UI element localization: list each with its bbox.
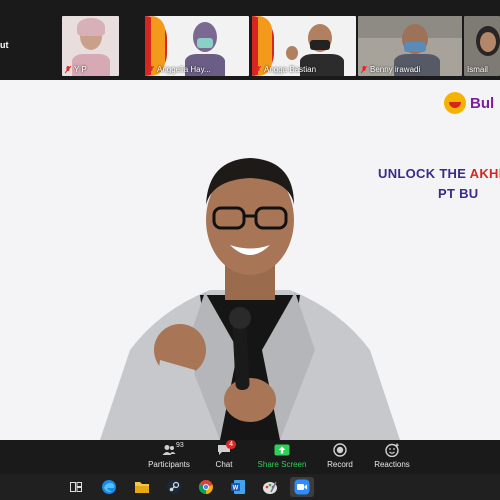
chrome-icon[interactable]: [196, 477, 216, 497]
logo-text: Bul: [470, 94, 495, 112]
share-screen-icon: [274, 444, 290, 456]
share-screen-button[interactable]: Share Screen: [255, 442, 309, 469]
zoom-app-icon[interactable]: [290, 477, 314, 497]
participants-button[interactable]: 93 Participants: [148, 442, 190, 469]
word-icon[interactable]: W: [228, 477, 248, 497]
muted-mic-icon: [361, 65, 367, 74]
meeting-toolbar: 93 Participants 4 Chat Share Screen Reco…: [0, 440, 500, 474]
participant-count: 93: [176, 442, 184, 449]
company-logo: Bul: [444, 92, 494, 114]
chat-label: Chat: [215, 460, 233, 469]
muted-mic-icon: [65, 65, 71, 74]
participants-icon: [162, 445, 176, 455]
participant-tile[interactable]: Benny irawadi: [358, 16, 462, 76]
participants-label: Participants: [148, 460, 190, 469]
participant-tile[interactable]: Y P: [62, 16, 119, 76]
participant-tile[interactable]: Angga Bastian: [252, 16, 356, 76]
muted-mic-icon: [255, 65, 261, 74]
record-button[interactable]: Record: [325, 442, 355, 469]
reactions-label: Reactions: [374, 460, 410, 469]
participant-tile[interactable]: Ismail: [464, 16, 500, 76]
participant-name: Anggelia Hay...: [148, 65, 211, 74]
speaker-video: [100, 158, 400, 440]
active-speaker-view: Bul UNLOCK THE AKHL PT BU: [0, 80, 500, 440]
gallery-strip: ut Y P Anggelia Hay... Angga Bastian Ben…: [0, 0, 500, 80]
windows-taskbar: W: [0, 474, 500, 500]
participant-name: Benny irawadi: [361, 65, 420, 74]
truncated-label: ut: [0, 40, 9, 50]
record-label: Record: [327, 460, 353, 469]
edge-browser-icon[interactable]: [99, 477, 119, 497]
participant-tile[interactable]: Anggelia Hay...: [145, 16, 249, 76]
logo-mark-icon: [444, 92, 466, 114]
svg-text:W: W: [233, 486, 239, 492]
participant-name: Ismail: [467, 65, 488, 74]
reactions-button[interactable]: Reactions: [373, 442, 411, 469]
record-icon: [333, 443, 347, 457]
reactions-icon: [384, 443, 399, 457]
task-view-icon[interactable]: [66, 477, 86, 497]
muted-mic-icon: [148, 65, 154, 74]
participant-name: Y P: [65, 65, 87, 74]
paint-icon[interactable]: [260, 477, 280, 497]
steam-icon[interactable]: [164, 477, 184, 497]
chat-button[interactable]: 4 Chat: [210, 440, 238, 469]
participant-name: Angga Bastian: [255, 65, 316, 74]
share-screen-label: Share Screen: [257, 460, 307, 469]
chat-badge: 4: [226, 440, 236, 449]
file-explorer-icon[interactable]: [132, 477, 152, 497]
